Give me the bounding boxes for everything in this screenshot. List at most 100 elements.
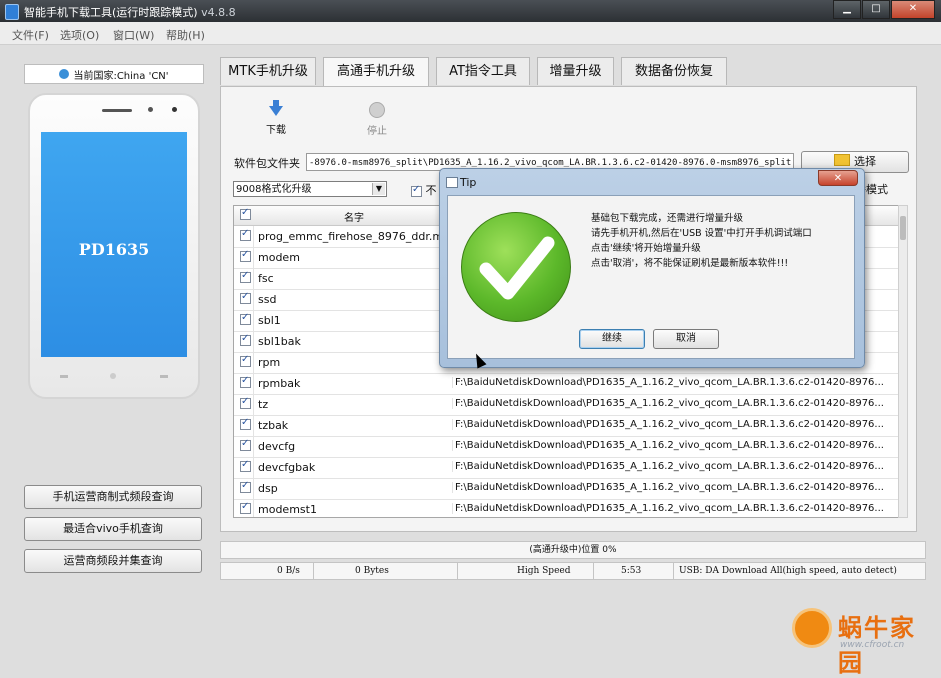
package-folder-label: 软件包文件夹: [234, 157, 300, 170]
row-partition-name: devcfg: [258, 440, 296, 453]
phone-image: PD1635: [28, 93, 200, 399]
row-file-path: F:\BaiduNetdiskDownload\PD1635_A_1.16.2_…: [452, 503, 898, 514]
phone-back-key: [160, 375, 168, 378]
row-checkbox[interactable]: [240, 417, 251, 430]
dialog-message-line: 点击'继续'将开始增量升级: [591, 243, 701, 254]
tab-qualcomm-upgrade[interactable]: 高通手机升级: [323, 57, 429, 87]
row-checkbox[interactable]: [240, 480, 251, 493]
row-checkbox[interactable]: [240, 249, 251, 262]
app-icon: [5, 4, 19, 20]
continue-button[interactable]: 继续: [579, 329, 645, 349]
download-button[interactable]: 下载: [258, 100, 294, 136]
phone-sensor: [148, 107, 153, 112]
choose-label: 选择: [854, 155, 876, 168]
table-row[interactable]: devcfgbak F:\BaiduNetdiskDownload\PD1635_…: [234, 457, 898, 479]
option-checkbox-row[interactable]: 不: [411, 182, 437, 198]
country-label: 当前国家:China 'CN': [73, 70, 169, 82]
table-row[interactable]: rpmbak F:\BaiduNetdiskDownload\PD1635_A_1…: [234, 373, 898, 395]
row-file-path: F:\BaiduNetdiskDownload\PD1635_A_1.16.2_…: [452, 440, 898, 451]
title-bar: 智能手机下载工具(运行时跟踪模式) v4.8.8 ▁ □ ✕: [0, 0, 941, 22]
tab-mtk-upgrade[interactable]: MTK手机升级: [220, 57, 316, 85]
dialog-window-icon: [446, 177, 458, 188]
row-checkbox[interactable]: [240, 354, 251, 367]
close-window-button[interactable]: ✕: [891, 0, 935, 19]
row-checkbox[interactable]: [240, 291, 251, 304]
tab-at-command-tool[interactable]: AT指令工具: [436, 57, 530, 85]
table-row[interactable]: devcfg F:\BaiduNetdiskDownload\PD1635_A_1…: [234, 436, 898, 458]
menu-options[interactable]: 选项(O): [60, 27, 99, 43]
row-checkbox[interactable]: [240, 501, 251, 514]
option-checkbox[interactable]: [411, 184, 422, 197]
row-checkbox[interactable]: [240, 459, 251, 472]
row-file-path: F:\BaiduNetdiskDownload\PD1635_A_1.16.2_…: [452, 398, 898, 409]
table-row[interactable]: dsp F:\BaiduNetdiskDownload\PD1635_A_1.16…: [234, 478, 898, 500]
dialog-message-line: 点击'取消'，将不能保证刷机是最新版本软件!!!: [591, 258, 789, 269]
bytes-value: 0 Bytes: [355, 566, 389, 576]
menu-file[interactable]: 文件(F): [12, 27, 49, 43]
success-check-icon: [461, 212, 571, 322]
row-partition-name: rpmbak: [258, 377, 301, 390]
upgrade-mode-select[interactable]: 9008格式化升级 ▼: [233, 181, 387, 197]
status-separator: [673, 563, 674, 579]
table-row[interactable]: tz F:\BaiduNetdiskDownload\PD1635_A_1.16.…: [234, 394, 898, 416]
usb-mode-value: USB: DA Download All(high speed, auto de…: [679, 566, 897, 576]
dialog-close-button[interactable]: ✕: [818, 170, 858, 186]
row-checkbox[interactable]: [240, 228, 251, 241]
row-partition-name: tzbak: [258, 419, 289, 432]
phone-home-key: [110, 373, 116, 379]
row-partition-name: dsp: [258, 482, 278, 495]
download-label: 下载: [266, 125, 286, 136]
folder-icon: [834, 154, 850, 166]
best-vivo-phone-query-button[interactable]: 最适合vivo手机查询: [24, 517, 202, 541]
stop-label: 停止: [367, 126, 387, 137]
dialog-message-line: 基础包下载完成，还需进行增量升级: [591, 213, 744, 224]
row-partition-name: fsc: [258, 272, 274, 285]
select-all-checkbox[interactable]: [240, 207, 251, 220]
stop-icon: [369, 102, 385, 118]
row-partition-name: tz: [258, 398, 269, 411]
option-checkbox-label: 不: [425, 184, 437, 197]
column-header-name: 名字: [344, 213, 364, 224]
carrier-band-union-query-button[interactable]: 运营商频段并集查询: [24, 549, 202, 573]
row-checkbox[interactable]: [240, 312, 251, 325]
row-file-path: F:\BaiduNetdiskDownload\PD1635_A_1.16.2_…: [452, 377, 898, 388]
upgrade-mode-value: 9008格式化升级: [236, 184, 312, 195]
row-checkbox[interactable]: [240, 396, 251, 409]
row-checkbox[interactable]: [240, 375, 251, 388]
tab-incremental-upgrade[interactable]: 增量升级: [537, 57, 614, 85]
menu-help[interactable]: 帮助(H): [166, 27, 205, 43]
tab-data-backup-restore[interactable]: 数据备份恢复: [621, 57, 727, 85]
globe-icon: [59, 69, 70, 79]
phone-speaker: [102, 109, 132, 112]
stop-button[interactable]: 停止: [359, 100, 395, 137]
dialog-body: 基础包下载完成，还需进行增量升级 请先手机开机,然后在'USB 设置'中打开手机…: [447, 195, 855, 359]
scrollbar-thumb[interactable]: [900, 216, 906, 240]
phone-camera: [172, 107, 177, 112]
table-row[interactable]: tzbak F:\BaiduNetdiskDownload\PD1635_A_1.…: [234, 415, 898, 437]
row-checkbox[interactable]: [240, 438, 251, 451]
row-file-path: F:\BaiduNetdiskDownload\PD1635_A_1.16.2_…: [452, 461, 898, 472]
cancel-button[interactable]: 取消: [653, 329, 719, 349]
country-indicator: 当前国家:China 'CN': [24, 64, 204, 84]
table-scrollbar[interactable]: [898, 205, 908, 518]
row-checkbox[interactable]: [240, 270, 251, 283]
row-partition-name: sbl1: [258, 314, 281, 327]
snail-logo-icon: [792, 608, 832, 648]
row-checkbox[interactable]: [240, 333, 251, 346]
row-file-path: F:\BaiduNetdiskDownload\PD1635_A_1.16.2_…: [452, 482, 898, 493]
row-partition-name: rpm: [258, 356, 281, 369]
dialog-message-line: 请先手机开机,然后在'USB 设置'中打开手机调试端口: [591, 228, 812, 239]
window-title: 智能手机下载工具(运行时跟踪模式) v4.8.8: [24, 6, 236, 19]
row-partition-name: ssd: [258, 293, 277, 306]
minimize-button[interactable]: ▁: [833, 0, 861, 19]
menu-window[interactable]: 窗口(W): [113, 27, 154, 43]
speed-value: 0 B/s: [277, 566, 300, 576]
chevron-down-icon: ▼: [372, 183, 385, 195]
maximize-button[interactable]: □: [862, 0, 890, 19]
carrier-band-query-button[interactable]: 手机运营商制式频段查询: [24, 485, 202, 509]
phone-model-label: PD1635: [78, 240, 150, 259]
tip-dialog: Tip ✕ 基础包下载完成，还需进行增量升级 请先手机开机,然后在'USB 设置…: [439, 168, 865, 368]
table-row[interactable]: modemst1 F:\BaiduNetdiskDownload\PD1635_A…: [234, 499, 898, 517]
status-separator: [313, 563, 314, 579]
status-separator: [593, 563, 594, 579]
